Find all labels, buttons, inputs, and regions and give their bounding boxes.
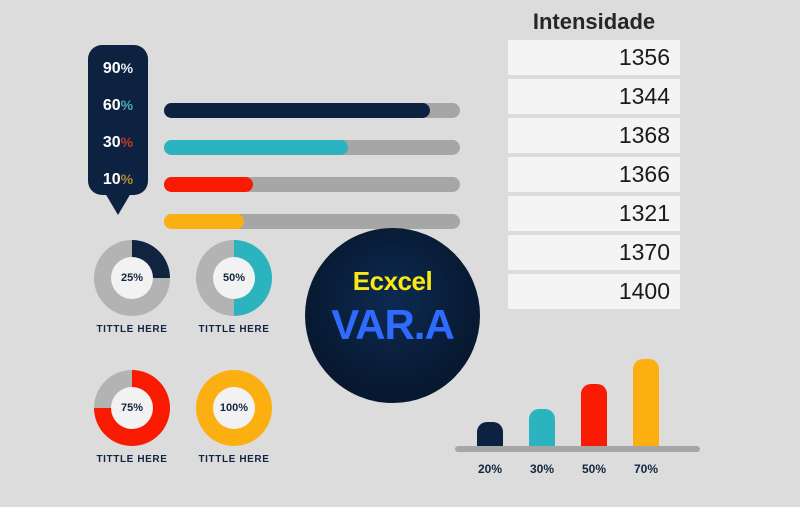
table-row[interactable]: 1368: [508, 118, 680, 153]
percent-symbol-0: %: [120, 60, 134, 76]
bar-column[interactable]: [529, 409, 555, 447]
bar: [633, 359, 659, 447]
donut-value-2: 75%: [111, 387, 153, 429]
bar-xlabel: 70%: [633, 462, 659, 476]
table-row[interactable]: 1356: [508, 40, 680, 75]
donut-card-0[interactable]: 25% TITTLE HERE: [82, 240, 182, 335]
progress-fill-3: [164, 214, 244, 229]
donut-label-3: TITTLE HERE: [198, 454, 270, 465]
percent-symbol-2: %: [120, 134, 134, 150]
donut-label-1: TITTLE HERE: [198, 324, 270, 335]
table-row[interactable]: 1344: [508, 79, 680, 114]
brand-badge: Ecxcel VAR.A: [305, 228, 480, 403]
percent-symbol-1: %: [120, 97, 134, 113]
bar-xlabel: 30%: [529, 462, 555, 476]
percent-symbol-3: %: [120, 171, 134, 187]
bar-column[interactable]: [477, 422, 503, 447]
table-row[interactable]: 1370: [508, 235, 680, 270]
progress-track-1[interactable]: [164, 140, 460, 155]
table-row[interactable]: 1400: [508, 274, 680, 309]
percent-label-0: 90%: [88, 53, 148, 83]
intensity-table: Intensidade 1356 1344 1368 1366 1321 1370 1400: [508, 4, 680, 313]
progress-fill-1: [164, 140, 348, 155]
bar: [581, 384, 607, 447]
percent-label-3: 10%: [88, 164, 148, 194]
bar: [529, 409, 555, 447]
table-header-intensidade: Intensidade: [532, 9, 656, 34]
percent-value-0: 90: [102, 60, 121, 77]
percent-label-panel: 90% 60% 30% 10%: [88, 45, 148, 215]
brand-main-text: VAR.A: [331, 301, 455, 348]
table-row[interactable]: 1366: [508, 157, 680, 192]
bar: [477, 422, 503, 447]
donut-chart-2: 75%: [94, 370, 170, 446]
donut-value-3: 100%: [213, 387, 255, 429]
bar-chart-baseline: [455, 446, 700, 452]
table-body: 1356 1344 1368 1366 1321 1370 1400: [508, 40, 680, 309]
bar-xlabel: 50%: [581, 462, 607, 476]
bar-column[interactable]: [633, 359, 659, 447]
percent-label-2: 30%: [88, 127, 148, 157]
progress-track-0[interactable]: [164, 103, 460, 118]
donut-chart-0: 25%: [94, 240, 170, 316]
bar-column[interactable]: [581, 384, 607, 447]
percent-value-1: 60: [102, 97, 121, 114]
donut-card-3[interactable]: 100% TITTLE HERE: [184, 370, 284, 465]
brand-top-text: Ecxcel: [352, 266, 433, 296]
donut-label-2: TITTLE HERE: [96, 454, 168, 465]
percent-label-1: 60%: [88, 90, 148, 120]
progress-track-3[interactable]: [164, 214, 460, 229]
donut-card-2[interactable]: 75% TITTLE HERE: [82, 370, 182, 465]
progress-fill-0: [164, 103, 431, 118]
progress-track-2[interactable]: [164, 177, 460, 192]
percent-value-2: 30: [102, 134, 121, 151]
bar-xlabel: 20%: [477, 462, 503, 476]
table-row[interactable]: 1321: [508, 196, 680, 231]
progress-bars-section: 90% 60% 30% 10%: [88, 45, 473, 229]
percent-value-3: 10: [102, 171, 121, 188]
donut-chart-1: 50%: [196, 240, 272, 316]
bar-chart: 20% 30% 50% 70%: [455, 340, 700, 480]
donut-value-0: 25%: [111, 257, 153, 299]
donut-chart-3: 100%: [196, 370, 272, 446]
donut-card-1[interactable]: 50% TITTLE HERE: [184, 240, 284, 335]
donut-value-1: 50%: [213, 257, 255, 299]
donut-label-0: TITTLE HERE: [96, 324, 168, 335]
progress-fill-2: [164, 177, 253, 192]
infographic-canvas: 90% 60% 30% 10% 25% TITTLE HERE 50% TITT…: [0, 0, 800, 507]
